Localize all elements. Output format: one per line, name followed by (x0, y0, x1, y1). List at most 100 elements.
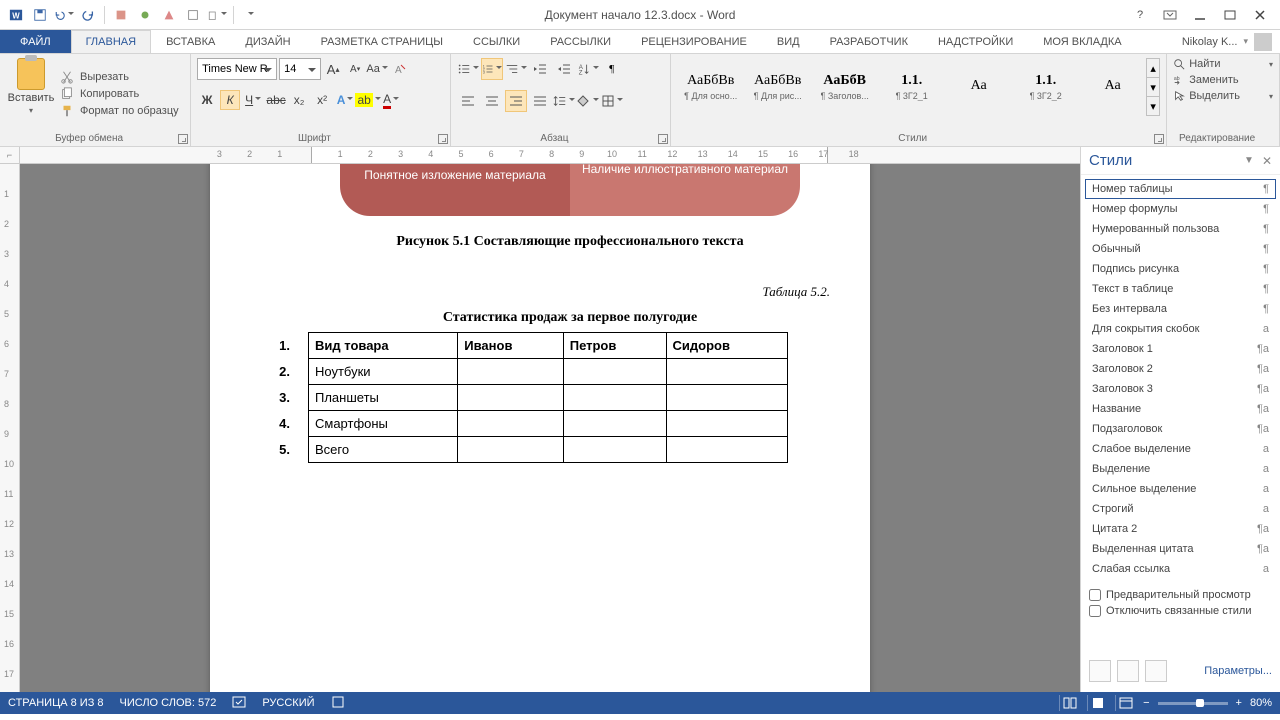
subscript-button[interactable]: x₂ (289, 90, 309, 110)
vertical-ruler[interactable]: 123456789101112131415161718 (0, 164, 20, 692)
style-gallery-item[interactable]: Аа (1079, 58, 1146, 116)
select-button[interactable]: Выделить▾ (1173, 90, 1273, 102)
align-left-button[interactable] (457, 90, 479, 112)
tab-pagelayout[interactable]: РАЗМЕТКА СТРАНИЦЫ (306, 30, 458, 53)
language-indicator[interactable]: РУССКИЙ (262, 697, 314, 709)
style-list-item[interactable]: Заголовок 1¶a (1085, 339, 1276, 359)
tab-home[interactable]: ГЛАВНАЯ (71, 30, 151, 53)
grow-font-button[interactable]: A▴ (323, 58, 343, 80)
tab-references[interactable]: ССЫЛКИ (458, 30, 535, 53)
pane-dropdown-icon[interactable]: ▼ (1244, 155, 1254, 166)
justify-button[interactable] (529, 90, 551, 112)
style-list-item[interactable]: Обычный¶ (1085, 239, 1276, 259)
table-number[interactable]: Таблица 5.2. (310, 284, 830, 300)
qat-btn-2[interactable] (135, 5, 155, 25)
borders-button[interactable] (601, 90, 623, 112)
text-effects-button[interactable]: A (335, 90, 355, 110)
user-account[interactable]: Nikolay K... ▾ (1182, 30, 1280, 53)
paragraph-dialog-launcher[interactable] (658, 134, 668, 144)
tab-mailings[interactable]: РАССЫЛКИ (535, 30, 626, 53)
style-list-item[interactable]: Слабое выделениеa (1085, 439, 1276, 459)
italic-button[interactable]: К (220, 90, 240, 110)
zoom-slider[interactable] (1158, 702, 1228, 705)
bullets-button[interactable] (457, 58, 479, 80)
bold-button[interactable]: Ж (197, 90, 217, 110)
style-list-item[interactable]: Выделенная цитата¶a (1085, 539, 1276, 559)
help-button[interactable]: ? (1128, 3, 1152, 27)
paste-button[interactable]: Вставить ▾ (6, 58, 56, 130)
document-table[interactable]: Вид товараИвановПетровСидоров НоутбукиПл… (308, 332, 788, 463)
style-gallery-item[interactable]: АаБбВв¶ Для рис... (744, 58, 811, 116)
superscript-button[interactable]: x² (312, 90, 332, 110)
sort-button[interactable]: AZ (577, 58, 599, 80)
style-list-item[interactable]: Подзаголовок¶a (1085, 419, 1276, 439)
undo-button[interactable] (54, 5, 74, 25)
redo-button[interactable] (78, 5, 98, 25)
style-inspector-button[interactable] (1117, 660, 1139, 682)
spell-check-icon[interactable] (232, 695, 246, 712)
table-title[interactable]: Статистика продаж за первое полугодие (310, 310, 830, 326)
tab-file[interactable]: ФАЙЛ (0, 30, 71, 53)
replace-button[interactable]: abЗаменить (1173, 74, 1273, 86)
read-mode-button[interactable] (1059, 695, 1079, 711)
style-list-item[interactable]: Строгийa (1085, 499, 1276, 519)
font-name-combo[interactable]: Times New R (197, 58, 277, 80)
style-list-item[interactable]: Подпись рисунка¶ (1085, 259, 1276, 279)
ribbon-options-button[interactable] (1158, 3, 1182, 27)
close-button[interactable] (1248, 3, 1272, 27)
zoom-level[interactable]: 80% (1250, 697, 1272, 709)
zoom-out-button[interactable]: − (1143, 697, 1149, 709)
styles-gallery[interactable]: АаБбВв¶ Для осно...АаБбВв¶ Для рис...АаБ… (677, 58, 1160, 116)
tab-design[interactable]: ДИЗАЙН (230, 30, 305, 53)
disable-linked-checkbox[interactable]: Отключить связанные стили (1089, 605, 1272, 617)
strikethrough-button[interactable]: abc (266, 90, 286, 110)
align-right-button[interactable] (505, 90, 527, 112)
style-list-item[interactable]: Заголовок 2¶a (1085, 359, 1276, 379)
style-list-item[interactable]: Название¶a (1085, 399, 1276, 419)
font-size-combo[interactable]: 14 (279, 58, 321, 80)
style-gallery-item[interactable]: Аа (945, 58, 1012, 116)
clipboard-dialog-launcher[interactable] (178, 134, 188, 144)
new-style-button[interactable] (1089, 660, 1111, 682)
zoom-in-button[interactable]: + (1236, 697, 1242, 709)
find-button[interactable]: Найти▾ (1173, 58, 1273, 70)
style-list-item[interactable]: Заголовок 3¶a (1085, 379, 1276, 399)
decrease-indent-button[interactable] (529, 58, 551, 80)
tab-review[interactable]: РЕЦЕНЗИРОВАНИЕ (626, 30, 762, 53)
page-indicator[interactable]: СТРАНИЦА 8 ИЗ 8 (8, 697, 104, 709)
copy-button[interactable]: Копировать (60, 87, 179, 101)
cut-button[interactable]: Вырезать (60, 70, 179, 84)
preview-checkbox[interactable]: Предварительный просмотр (1089, 589, 1272, 601)
show-marks-button[interactable]: ¶ (601, 58, 623, 80)
clear-formatting-button[interactable]: A (389, 58, 409, 80)
maximize-button[interactable] (1218, 3, 1242, 27)
underline-button[interactable]: Ч (243, 90, 263, 110)
tab-mytab[interactable]: МОЯ ВКЛАДКА (1028, 30, 1136, 53)
font-color-button[interactable]: A (381, 90, 401, 110)
highlight-button[interactable]: ab (358, 90, 378, 110)
styles-dialog-launcher[interactable] (1154, 134, 1164, 144)
font-dialog-launcher[interactable] (438, 134, 448, 144)
figure-caption[interactable]: Рисунок 5.1 Составляющие профессионально… (310, 234, 830, 250)
change-case-button[interactable]: Aa (367, 58, 387, 80)
style-gallery-item[interactable]: 1.1.¶ 3Г2_2 (1012, 58, 1079, 116)
styles-options-link[interactable]: Параметры... (1204, 665, 1272, 677)
save-button[interactable] (30, 5, 50, 25)
style-list-item[interactable]: Нумерованный пользова¶ (1085, 219, 1276, 239)
style-list-item[interactable]: Без интервала¶ (1085, 299, 1276, 319)
tab-addins[interactable]: НАДСТРОЙКИ (923, 30, 1028, 53)
style-list-item[interactable]: Цитата 2¶a (1085, 519, 1276, 539)
web-layout-button[interactable] (1115, 695, 1135, 711)
style-list-item[interactable]: Номер формулы¶ (1085, 199, 1276, 219)
print-layout-button[interactable] (1087, 695, 1107, 711)
qat-customize[interactable] (240, 5, 260, 25)
tab-developer[interactable]: РАЗРАБОТЧИК (815, 30, 923, 53)
format-painter-button[interactable]: Формат по образцу (60, 104, 179, 118)
word-count[interactable]: ЧИСЛО СЛОВ: 572 (120, 697, 217, 709)
manage-styles-button[interactable] (1145, 660, 1167, 682)
style-gallery-item[interactable]: АаБбВв¶ Для осно... (677, 58, 744, 116)
qat-btn-3[interactable] (159, 5, 179, 25)
line-spacing-button[interactable] (553, 90, 575, 112)
qat-btn-5[interactable] (207, 5, 227, 25)
shrink-font-button[interactable]: A▾ (345, 58, 365, 80)
